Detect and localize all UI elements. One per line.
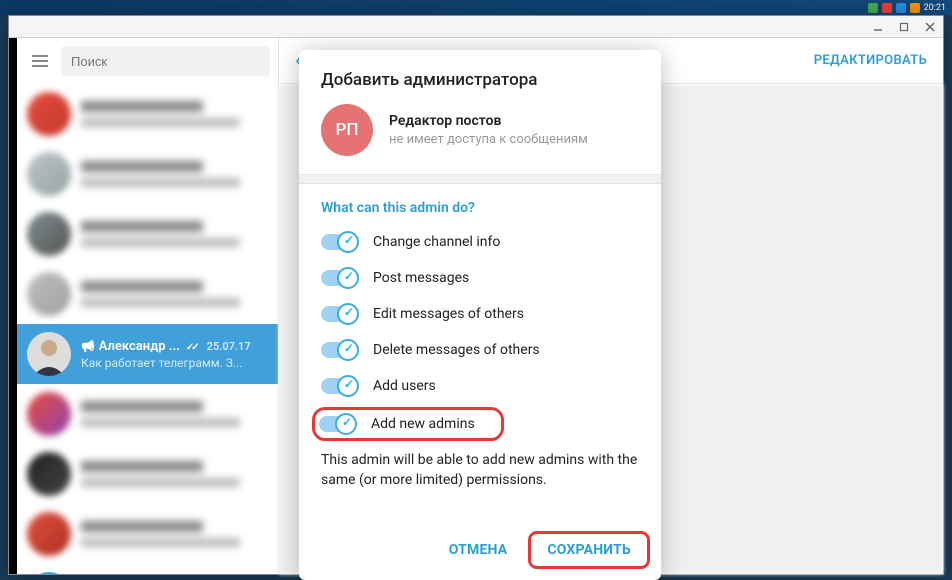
permission-label: Add users: [373, 378, 436, 394]
chat-list[interactable]: Александр ... 25.07.17 Как работает телег…: [17, 84, 278, 574]
permission-label: Post messages: [373, 270, 469, 286]
list-item-active[interactable]: Александр ... 25.07.17 Как работает телег…: [17, 324, 278, 384]
permission-label: Change channel info: [373, 234, 500, 250]
modal-footer: ОТМЕНА СОХРАНИТЬ: [299, 524, 661, 580]
toggle-edit-others[interactable]: [321, 306, 357, 322]
search-input[interactable]: [61, 46, 270, 76]
minimize-button[interactable]: [869, 20, 887, 34]
list-item[interactable]: Telegram✔ 2.06.17: [17, 564, 278, 574]
tray-icon: [910, 3, 920, 13]
avatar: [27, 332, 71, 376]
permission-post-messages: Post messages: [321, 270, 639, 286]
toggle-add-admins[interactable]: [319, 416, 355, 432]
os-taskbar: 20:21: [0, 0, 952, 15]
user-name: Редактор постов: [389, 113, 588, 129]
permission-note: This admin will be able to add new admin…: [321, 450, 639, 491]
left-edge-strip: [9, 38, 17, 574]
list-item[interactable]: [17, 204, 278, 264]
permissions-heading: What can this admin do?: [321, 200, 639, 216]
app-window: Александр ... 25.07.17 Как работает телег…: [8, 15, 944, 575]
list-item[interactable]: [17, 444, 278, 504]
toggle-add-users[interactable]: [321, 378, 357, 394]
permission-label: Add new admins: [371, 416, 475, 432]
taskbar-clock: 20:21: [924, 3, 946, 13]
edit-link[interactable]: РЕДАКТИРОВАТЬ: [814, 53, 927, 68]
avatar: [27, 572, 71, 574]
avatar: РП: [321, 104, 373, 156]
save-button[interactable]: СОХРАНИТЬ: [531, 534, 647, 566]
tray-icon: [868, 3, 878, 13]
user-subtitle: не имеет доступа к сообщениям: [389, 132, 588, 147]
maximize-button[interactable]: [895, 20, 913, 34]
permission-change-info: Change channel info: [321, 234, 639, 250]
list-item[interactable]: [17, 84, 278, 144]
permission-label: Edit messages of others: [373, 306, 524, 322]
permission-label: Delete messages of others: [373, 342, 540, 358]
close-button[interactable]: [921, 20, 939, 34]
list-item[interactable]: [17, 384, 278, 444]
chat-date: 25.07.17: [207, 340, 251, 353]
list-item[interactable]: [17, 144, 278, 204]
add-admin-modal: Добавить администратора РП Редактор пост…: [299, 50, 661, 580]
separator: [299, 174, 661, 184]
list-item[interactable]: [17, 264, 278, 324]
toggle-change-info[interactable]: [321, 234, 357, 250]
read-check-icon: [184, 339, 199, 354]
cancel-button[interactable]: ОТМЕНА: [433, 534, 524, 566]
modal-title: Добавить администратора: [321, 70, 639, 90]
chat-preview: Как работает телеграмм. З...: [81, 356, 268, 370]
toggle-delete-others[interactable]: [321, 342, 357, 358]
list-item[interactable]: [17, 504, 278, 564]
permission-delete-others: Delete messages of others: [321, 342, 639, 358]
hamburger-menu-icon[interactable]: [25, 46, 55, 76]
toggle-post-messages[interactable]: [321, 270, 357, 286]
permission-edit-others: Edit messages of others: [321, 306, 639, 322]
titlebar: [9, 16, 943, 38]
tray-icon: [896, 3, 906, 13]
permission-add-admins: Add new admins: [319, 414, 497, 434]
tray-icon: [882, 3, 892, 13]
chat-name: Александр ...: [99, 339, 180, 354]
sidebar: Александр ... 25.07.17 Как работает телег…: [17, 38, 279, 574]
channel-icon: [81, 339, 95, 354]
permission-add-users: Add users: [321, 378, 639, 394]
modal-user-row: РП Редактор постов не имеет доступа к со…: [299, 104, 661, 174]
